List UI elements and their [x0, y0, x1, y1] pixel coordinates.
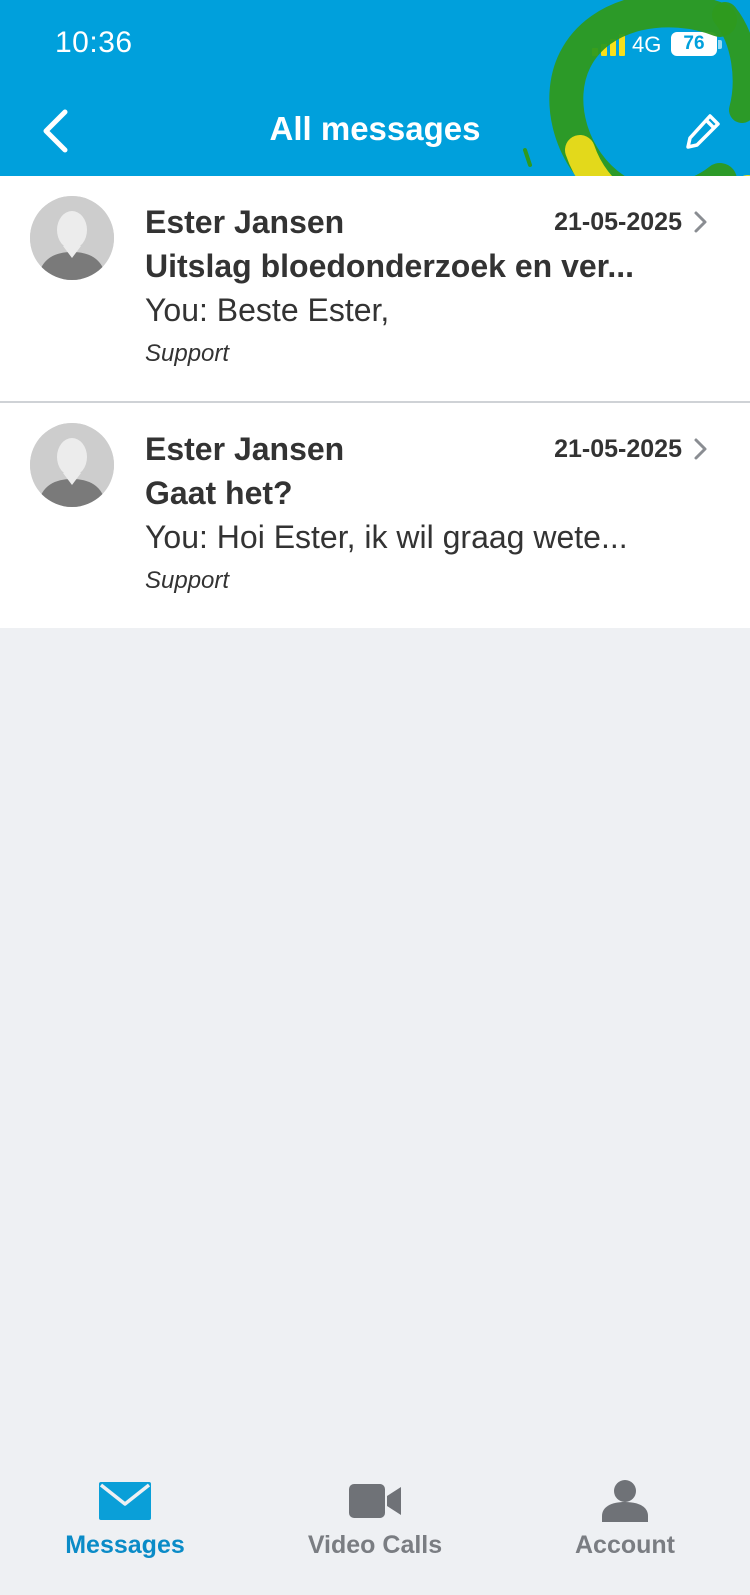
message-preview: You: Beste Ester, [145, 292, 390, 328]
video-camera-icon [349, 1484, 401, 1518]
battery-tip [718, 40, 722, 49]
sender-name: Ester Jansen [145, 204, 345, 240]
message-subject: Uitslag bloedonderzoek en ver... [145, 248, 635, 284]
page-title: All messages [269, 110, 481, 147]
chevron-right-icon [694, 438, 707, 460]
tab-label: Video Calls [307, 1531, 443, 1559]
message-subject: Gaat het? [145, 475, 293, 511]
message-preview: You: Hoi Ester, ik wil graag wete... [145, 519, 628, 555]
message-list: Ester Jansen 21-05-2025 Uitslag bloedond… [0, 176, 750, 628]
tab-video-calls[interactable]: Video Calls [250, 1455, 500, 1595]
person-placeholder-icon [30, 196, 114, 280]
message-row[interactable]: Ester Jansen 21-05-2025 Uitslag bloedond… [0, 176, 750, 401]
tab-account[interactable]: Account [500, 1455, 750, 1595]
battery-level: 76 [683, 33, 705, 54]
app-header: 10:36 4G 76 All messages [0, 0, 750, 176]
tab-messages[interactable]: Messages [0, 1455, 250, 1595]
network-type: 4G [632, 32, 662, 57]
message-category: Support [145, 567, 230, 594]
envelope-icon [99, 1482, 151, 1520]
message-date: 21-05-2025 [554, 435, 682, 463]
message-row[interactable]: Ester Jansen 21-05-2025 Gaat het? You: H… [0, 401, 750, 628]
tab-label: Messages [65, 1531, 185, 1559]
message-category: Support [145, 340, 230, 367]
person-placeholder-icon [30, 423, 114, 507]
bottom-tab-bar: Messages Video Calls Account [0, 1455, 750, 1595]
sender-name: Ester Jansen [145, 431, 345, 467]
compose-button[interactable] [680, 108, 726, 154]
message-date: 21-05-2025 [554, 208, 682, 236]
signal-icon [592, 34, 625, 56]
avatar [30, 423, 114, 507]
avatar [30, 196, 114, 280]
tab-label: Account [575, 1531, 675, 1559]
status-bar: 10:36 4G 76 [0, 0, 750, 90]
chevron-right-icon [694, 211, 707, 233]
battery-icon: 76 [671, 32, 717, 56]
pencil-icon [686, 114, 720, 149]
person-icon [602, 1480, 648, 1522]
status-time: 10:36 [55, 26, 133, 59]
